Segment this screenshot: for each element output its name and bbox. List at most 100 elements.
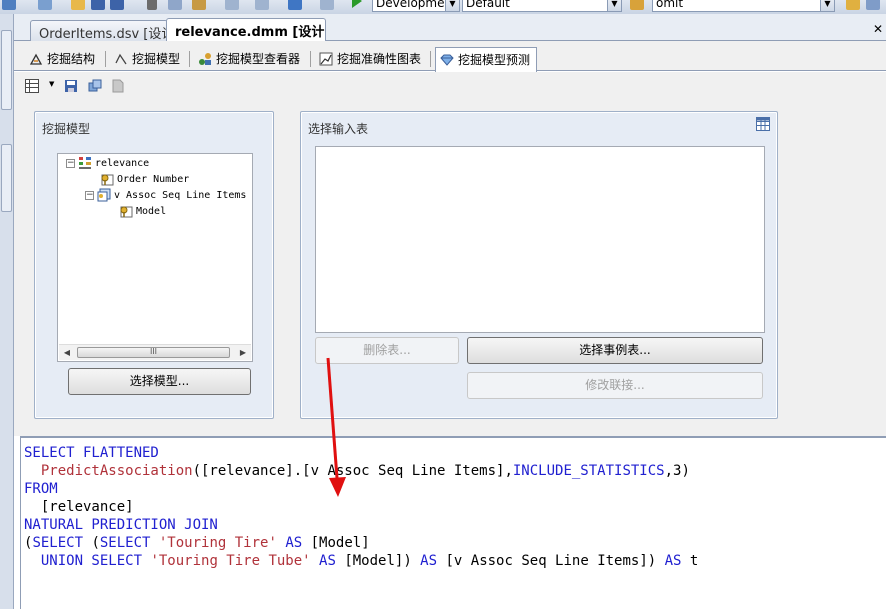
query-token: [Model] (302, 535, 370, 551)
add-item-icon[interactable] (38, 0, 52, 10)
dmx-query-editor[interactable]: SELECT FLATTENED PredictAssociation([rel… (20, 436, 886, 609)
mining-structure-icon (29, 52, 43, 66)
query-line: FROM (24, 480, 886, 498)
navigate-back-icon[interactable] (288, 0, 302, 10)
tab-accuracy-chart[interactable]: 挖掘准确性图表 (314, 48, 428, 70)
document-icon[interactable] (111, 79, 125, 93)
start-debug-icon[interactable] (352, 0, 362, 8)
query-token: [v Assoc Seq Line Items]) (437, 553, 657, 569)
query-token: ( (83, 535, 100, 551)
save-icon[interactable] (91, 0, 105, 10)
query-token: FROM (24, 481, 58, 497)
nested-table-icon (97, 188, 111, 202)
query-token: UNION SELECT (24, 553, 143, 569)
main-toolbar: Developmer ▼ Default ▼ omit ▼ (0, 0, 886, 14)
mining-model-panel: 挖掘模型 − relevance Order Number − v Assoc … (34, 111, 274, 419)
find-in-files-icon[interactable] (630, 0, 644, 10)
toolbox-tab[interactable] (1, 144, 12, 212)
designer-tab-strip: 挖掘结构 挖掘模型 挖掘模型查看器 挖掘准确性图表 挖掘模型预测 (14, 41, 886, 72)
prediction-design-surface: 挖掘模型 − relevance Order Number − v Assoc … (14, 100, 886, 436)
left-autohide-strip (0, 14, 14, 609)
query-token: 'Touring Tire Tube' (142, 553, 311, 569)
delete-table-button[interactable]: 删除表... (315, 337, 459, 364)
input-table-panel-title: 选择输入表 (308, 122, 369, 136)
tree-horizontal-scrollbar[interactable]: ◀ III ▶ (59, 344, 251, 360)
scroll-left-icon[interactable]: ◀ (59, 345, 75, 360)
modify-join-button[interactable]: 修改联接... (467, 372, 763, 399)
new-project-icon[interactable] (2, 0, 16, 10)
find-combo[interactable]: omit ▼ (652, 0, 835, 12)
query-token: AS (656, 553, 682, 569)
input-table-panel: 选择输入表 删除表... 选择事例表... 修改联接... (300, 111, 778, 419)
prediction-icon (440, 53, 454, 67)
query-line: NATURAL PREDICTION JOIN (24, 516, 886, 534)
tab-mining-models[interactable]: 挖掘模型 (109, 48, 187, 70)
solution-config-combo[interactable]: Developmer ▼ (372, 0, 460, 12)
select-model-button[interactable]: 选择模型... (68, 368, 251, 395)
query-token: ,3) (664, 463, 690, 479)
copy-icon[interactable] (168, 0, 182, 10)
tree-node-relevance[interactable]: − relevance (66, 156, 149, 170)
prediction-toolbar: ▼ (14, 72, 886, 100)
query-token: INCLUDE_STATISTICS (512, 463, 665, 479)
tab-relevance-dmm[interactable]: relevance.dmm [设计] (166, 18, 326, 42)
mining-structure-icon (78, 156, 92, 170)
solution-platform-combo[interactable]: Default ▼ (462, 0, 622, 12)
query-token: PredictAssociation (24, 463, 193, 479)
save-all-icon[interactable] (110, 0, 124, 10)
query-token: ([relevance].[v Assoc Seq Line Items], (192, 463, 513, 479)
tab-orderitems-dsv[interactable]: OrderItems.dsv [设计] (30, 20, 168, 41)
tab-separator (430, 51, 431, 67)
cut-icon[interactable] (147, 0, 157, 10)
solution-explorer-icon[interactable] (320, 0, 334, 10)
tab-separator (105, 51, 106, 67)
scroll-right-icon[interactable]: ▶ (235, 345, 251, 360)
query-line: (SELECT (SELECT 'Touring Tire' AS [Model… (24, 534, 886, 552)
server-explorer-tab[interactable] (1, 30, 12, 110)
collapse-icon[interactable]: − (85, 190, 94, 200)
open-icon[interactable] (71, 0, 85, 10)
table-grid-icon[interactable] (756, 117, 770, 131)
query-token: [Model]) (335, 553, 412, 569)
query-token: [relevance] (24, 499, 134, 515)
query-token: 'Touring Tire' (150, 535, 277, 551)
toolbox-icon[interactable] (866, 0, 880, 10)
scroll-thumb[interactable]: III (77, 347, 230, 358)
paste-icon[interactable] (192, 0, 206, 10)
chevron-down-icon[interactable]: ▼ (49, 80, 55, 94)
tree-node-nested-table[interactable]: − v Assoc Seq Line Items (85, 188, 246, 202)
find-icon[interactable] (846, 0, 860, 10)
tree-node-order-number[interactable]: Order Number (100, 172, 189, 186)
query-token: AS (310, 553, 336, 569)
tab-separator (310, 51, 311, 67)
tree-node-model[interactable]: Model (119, 204, 166, 218)
switch-view-icon[interactable] (25, 79, 39, 93)
tab-separator (189, 51, 190, 67)
query-token: AS (411, 553, 438, 569)
case-table-area[interactable] (315, 146, 765, 333)
model-viewer-icon (198, 52, 212, 66)
query-line: SELECT FLATTENED (24, 444, 886, 462)
tab-mining-structure[interactable]: 挖掘结构 (24, 48, 102, 70)
query-line: [relevance] (24, 498, 886, 516)
query-token: AS (276, 535, 303, 551)
tab-mining-model-prediction[interactable]: 挖掘模型预测 (435, 47, 538, 72)
run-query-icon[interactable] (88, 79, 102, 93)
save-query-icon[interactable] (64, 79, 78, 93)
undo-icon[interactable] (225, 0, 239, 10)
query-token: SELECT (32, 535, 84, 551)
mining-models-icon (114, 52, 128, 66)
mining-model-panel-title: 挖掘模型 (42, 122, 91, 136)
redo-icon[interactable] (255, 0, 269, 10)
query-line: UNION SELECT 'Touring Tire Tube' AS [Mod… (24, 552, 886, 570)
query-token: SELECT FLATTENED (24, 445, 159, 461)
tab-model-viewer[interactable]: 挖掘模型查看器 (193, 48, 307, 70)
query-line: PredictAssociation([relevance].[v Assoc … (24, 462, 886, 480)
mining-model-tree[interactable]: − relevance Order Number − v Assoc Seq L… (57, 153, 253, 362)
document-tab-strip: OrderItems.dsv [设计] relevance.dmm [设计] ✕ (14, 14, 886, 42)
collapse-icon[interactable]: − (66, 158, 75, 168)
close-document-icon[interactable]: ✕ (872, 22, 884, 36)
key-column-icon (119, 204, 133, 218)
key-column-icon (100, 172, 114, 186)
select-case-table-button[interactable]: 选择事例表... (467, 337, 763, 364)
